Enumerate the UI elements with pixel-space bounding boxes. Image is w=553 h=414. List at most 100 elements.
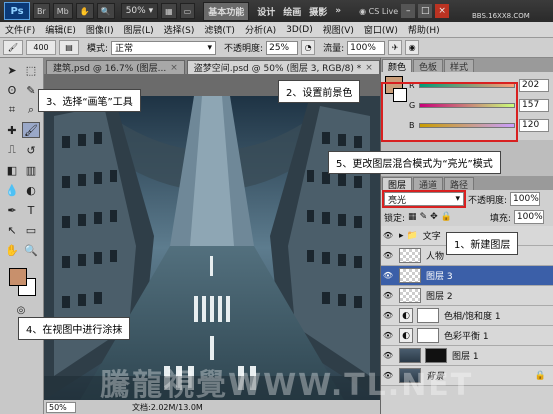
crop-tool-icon[interactable]: ⌗ bbox=[3, 102, 21, 118]
blue-value-field[interactable]: 120 bbox=[519, 118, 549, 132]
menu-file[interactable]: 文件(F) bbox=[0, 23, 40, 36]
tab-layers[interactable]: 图层 bbox=[382, 177, 413, 191]
menu-window[interactable]: 窗口(W) bbox=[359, 23, 403, 36]
fill-input[interactable]: 100% bbox=[513, 210, 544, 224]
menu-3d[interactable]: 3D(D) bbox=[281, 25, 318, 35]
marquee-tool-icon[interactable]: ⬚ bbox=[22, 62, 40, 78]
tab-label: 建筑.psd @ 16.7% (图层... bbox=[53, 64, 167, 74]
path-select-tool-icon[interactable]: ↖ bbox=[3, 222, 21, 238]
quick-mask-icon[interactable]: ◎ bbox=[12, 302, 30, 318]
layer-row-color-balance[interactable]: 👁 ◐ 色彩平衡 1 bbox=[381, 326, 553, 346]
eraser-tool-icon[interactable]: ◧ bbox=[3, 162, 21, 178]
size-pressure-icon[interactable]: ◉ bbox=[405, 40, 420, 55]
watermark-text: 騰龍視覺WWW.TL.NET bbox=[100, 368, 474, 403]
hand-view-button[interactable]: ✋ bbox=[75, 3, 94, 19]
shape-tool-icon[interactable]: ▭ bbox=[22, 222, 40, 238]
close-icon[interactable]: × bbox=[170, 63, 178, 73]
menu-select[interactable]: 选择(S) bbox=[159, 23, 200, 36]
workspace-design[interactable]: 设计 bbox=[257, 5, 275, 18]
cs-live-button[interactable]: ◉ CS Live bbox=[359, 7, 398, 16]
visibility-eye-icon[interactable]: 👁 bbox=[381, 291, 395, 300]
menu-edit[interactable]: 编辑(E) bbox=[40, 23, 81, 36]
layer-opacity-input[interactable]: 100% bbox=[510, 192, 541, 206]
workspace-photography[interactable]: 摄影 bbox=[309, 5, 327, 18]
zoom-view-button[interactable]: 🔍 bbox=[96, 3, 115, 19]
zoom-tool-icon[interactable]: 🔍 bbox=[22, 242, 40, 258]
history-brush-tool-icon[interactable]: ↺ bbox=[22, 142, 40, 158]
status-zoom-field[interactable]: 50% bbox=[46, 401, 76, 413]
close-button[interactable]: × bbox=[435, 4, 450, 18]
menu-image[interactable]: 图像(I) bbox=[81, 23, 119, 36]
clone-stamp-tool-icon[interactable]: ⎍ bbox=[3, 142, 21, 158]
visibility-eye-icon[interactable]: 👁 bbox=[381, 351, 395, 360]
gradient-tool-icon[interactable]: ▥ bbox=[22, 162, 40, 178]
brush-tool-icon[interactable]: 🖌 bbox=[22, 122, 40, 138]
document-canvas-image[interactable] bbox=[44, 96, 380, 400]
close-icon[interactable]: × bbox=[365, 63, 373, 73]
red-value: 202 bbox=[522, 80, 540, 90]
workspace-essentials[interactable]: 基本功能 bbox=[203, 1, 250, 21]
visibility-eye-icon[interactable]: 👁 bbox=[381, 311, 395, 320]
arrange-documents-button[interactable]: ▦ bbox=[161, 3, 177, 19]
visibility-eye-icon[interactable]: 👁 bbox=[381, 251, 395, 260]
brush-size-picker[interactable]: 400 bbox=[26, 40, 56, 55]
tab-color[interactable]: 颜色 bbox=[382, 59, 413, 73]
application-bar: Ps Br Mb ✋ 🔍 50% ▾ ▦ ▭ 基本功能 设计 绘画 摄影 » ◉… bbox=[0, 0, 553, 22]
visibility-eye-icon[interactable]: 👁 bbox=[381, 331, 395, 340]
dodge-tool-icon[interactable]: ◐ bbox=[22, 182, 40, 198]
move-tool-icon[interactable]: ➤ bbox=[3, 62, 21, 78]
layer-row-hue-saturation[interactable]: 👁 ◐ 色相/饱和度 1 bbox=[381, 306, 553, 326]
lock-position-icon[interactable]: ✥ bbox=[430, 212, 438, 222]
bridge-button[interactable]: Br bbox=[33, 3, 50, 19]
opacity-input[interactable]: 25% bbox=[266, 40, 299, 55]
visibility-eye-icon[interactable]: 👁 bbox=[381, 231, 395, 240]
lock-pixels-icon[interactable]: ✎ bbox=[420, 212, 428, 222]
blur-tool-icon[interactable]: 💧 bbox=[3, 182, 21, 198]
lock-all-icon[interactable]: 🔒 bbox=[441, 212, 452, 222]
layer-row-layer2[interactable]: 👁 图层 2 bbox=[381, 286, 553, 306]
workspace-more[interactable]: » bbox=[335, 6, 341, 16]
healing-brush-tool-icon[interactable]: ✚ bbox=[3, 122, 21, 138]
maximize-button[interactable]: □ bbox=[418, 4, 433, 18]
lock-transparency-icon[interactable]: ▦ bbox=[408, 212, 417, 222]
mini-bridge-button[interactable]: Mb bbox=[52, 3, 73, 19]
brush-panel-toggle-icon[interactable]: ▤ bbox=[59, 40, 79, 55]
red-value-field[interactable]: 202 bbox=[519, 78, 549, 92]
tab-paths[interactable]: 路径 bbox=[444, 177, 475, 191]
menu-analysis[interactable]: 分析(A) bbox=[240, 23, 281, 36]
menu-layer[interactable]: 图层(L) bbox=[119, 23, 159, 36]
workspace-painting[interactable]: 绘画 bbox=[283, 5, 301, 18]
layer-row-layer3[interactable]: 👁 图层 3 bbox=[381, 266, 553, 286]
foreground-color-swatch[interactable] bbox=[9, 268, 27, 286]
lock-row: 锁定: ▦ ✎ ✥ 🔒 填充: 100% bbox=[381, 208, 553, 226]
zoom-dropdown[interactable]: 50% ▾ bbox=[120, 3, 159, 19]
airbrush-icon[interactable]: ✈ bbox=[388, 40, 403, 55]
tab-styles[interactable]: 样式 bbox=[444, 59, 475, 73]
layer-name: 色相/饱和度 1 bbox=[444, 312, 501, 322]
tab-swatches[interactable]: 色板 bbox=[413, 59, 444, 73]
visibility-eye-icon[interactable]: 👁 bbox=[381, 271, 395, 280]
mode-select[interactable]: 正常 ▾ bbox=[111, 40, 217, 55]
lasso-tool-icon[interactable]: ʘ bbox=[3, 82, 21, 98]
annotation-step4: 4、在视图中进行涂抹 bbox=[18, 317, 131, 340]
type-tool-icon[interactable]: T bbox=[22, 202, 40, 218]
hand-tool-icon[interactable]: ✋ bbox=[3, 242, 21, 258]
highlight-blend-mode bbox=[382, 190, 466, 208]
pen-tool-icon[interactable]: ✒ bbox=[3, 202, 21, 218]
canvas-area[interactable] bbox=[44, 74, 380, 400]
tool-preset-picker[interactable]: 🖌 bbox=[3, 40, 23, 55]
menu-view[interactable]: 视图(V) bbox=[318, 23, 359, 36]
screen-mode-button[interactable]: ▭ bbox=[179, 3, 196, 19]
opacity-pressure-icon[interactable]: ◔ bbox=[301, 40, 316, 55]
tab-document-inception[interactable]: 盗梦空间.psd @ 50% (图层 3, RGB/8) * × bbox=[186, 60, 380, 74]
fill-value: 100% bbox=[516, 212, 543, 222]
expand-arrow-icon[interactable]: ▸ bbox=[399, 231, 404, 241]
menu-filter[interactable]: 滤镜(T) bbox=[199, 23, 240, 36]
menu-help[interactable]: 帮助(H) bbox=[403, 23, 445, 36]
flow-value: 100% bbox=[350, 42, 376, 53]
green-value-field[interactable]: 157 bbox=[519, 98, 549, 112]
flow-input[interactable]: 100% bbox=[347, 40, 386, 55]
minimize-button[interactable]: – bbox=[401, 4, 416, 18]
tab-channels[interactable]: 通道 bbox=[413, 177, 444, 191]
tab-document-building[interactable]: 建筑.psd @ 16.7% (图层... × bbox=[46, 60, 185, 74]
